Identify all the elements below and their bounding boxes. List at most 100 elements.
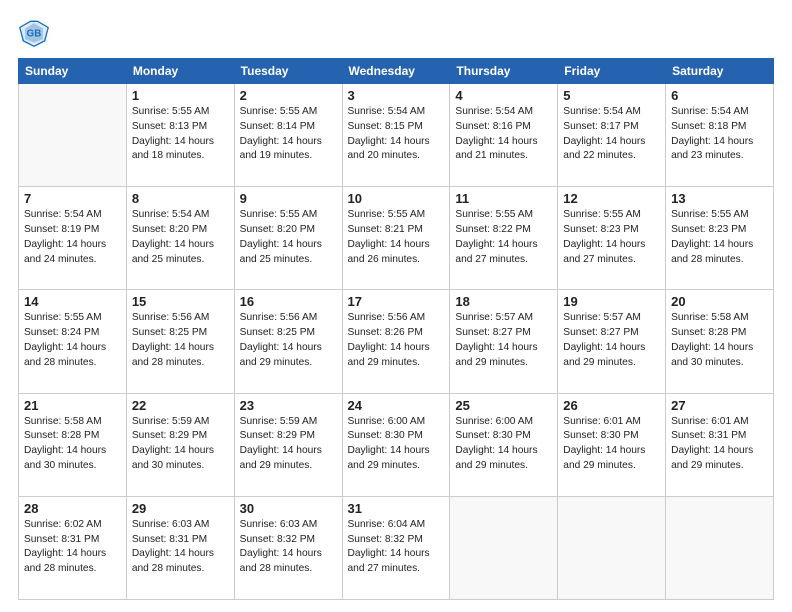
calendar-cell: 18 Sunrise: 5:57 AM Sunset: 8:27 PM Dayli… [450,290,558,393]
calendar-cell: 25Sunrise: 6:00 AM Sunset: 8:30 PM Dayli… [450,393,558,496]
day-detail: Sunrise: 5:58 AM Sunset: 8:28 PM Dayligh… [24,415,121,474]
day-detail: Sunrise: 5:55 AM Sunset: 8:22 PM Dayligh… [455,208,552,267]
day-detail: Sunrise: 6:01 AM Sunset: 8:31 PM Dayligh… [671,415,768,474]
calendar-cell: 8 Sunrise: 5:54 AM Sunset: 8:20 PM Daylig… [126,187,234,290]
day-number: 13 [671,191,768,206]
calendar-cell: 9 Sunrise: 5:55 AM Sunset: 8:20 PM Daylig… [234,187,342,290]
calendar-cell: 31 Sunrise: 6:04 AM Sunset: 8:32 PM Dayli… [342,496,450,599]
day-number: 2 [240,88,337,103]
calendar-cell: 7 Sunrise: 5:54 AM Sunset: 8:19 PM Daylig… [19,187,127,290]
day-detail: Sunrise: 6:00 AM Sunset: 8:30 PM Dayligh… [348,415,445,474]
day-number: 1 [132,88,229,103]
day-number: 5 [563,88,660,103]
day-number: 31 [348,501,445,516]
day-detail: Sunrise: 5:58 AM Sunset: 8:28 PM Dayligh… [671,311,768,370]
day-number: 16 [240,294,337,309]
calendar-cell: 5 Sunrise: 5:54 AM Sunset: 8:17 PM Daylig… [558,84,666,187]
weekday-header: Thursday [450,59,558,84]
day-detail: Sunrise: 5:57 AM Sunset: 8:27 PM Dayligh… [455,311,552,370]
day-detail: Sunrise: 5:57 AM Sunset: 8:27 PM Dayligh… [563,311,660,370]
day-number: 15 [132,294,229,309]
day-detail: Sunrise: 5:56 AM Sunset: 8:26 PM Dayligh… [348,311,445,370]
day-detail: Sunrise: 5:55 AM Sunset: 8:23 PM Dayligh… [671,208,768,267]
svg-text:GB: GB [27,28,42,39]
calendar-cell: 28Sunrise: 6:02 AM Sunset: 8:31 PM Dayli… [19,496,127,599]
day-detail: Sunrise: 5:56 AM Sunset: 8:25 PM Dayligh… [240,311,337,370]
calendar-week-row: 21 Sunrise: 5:58 AM Sunset: 8:28 PM Dayli… [19,393,774,496]
weekday-header: Wednesday [342,59,450,84]
day-number: 14 [24,294,121,309]
calendar-week-row: 28Sunrise: 6:02 AM Sunset: 8:31 PM Dayli… [19,496,774,599]
day-detail: Sunrise: 5:54 AM Sunset: 8:15 PM Dayligh… [348,105,445,164]
calendar-cell [558,496,666,599]
calendar-cell: 17 Sunrise: 5:56 AM Sunset: 8:26 PM Dayli… [342,290,450,393]
day-number: 12 [563,191,660,206]
calendar-cell: 19 Sunrise: 5:57 AM Sunset: 8:27 PM Dayli… [558,290,666,393]
calendar-cell: 11 Sunrise: 5:55 AM Sunset: 8:22 PM Dayli… [450,187,558,290]
day-number: 20 [671,294,768,309]
day-number: 21 [24,398,121,413]
header: GB [18,16,774,48]
day-number: 4 [455,88,552,103]
calendar-cell: 3Sunrise: 5:54 AM Sunset: 8:15 PM Daylig… [342,84,450,187]
day-number: 7 [24,191,121,206]
calendar-header-row: SundayMondayTuesdayWednesdayThursdayFrid… [19,59,774,84]
day-number: 11 [455,191,552,206]
calendar-cell: 23 Sunrise: 5:59 AM Sunset: 8:29 PM Dayli… [234,393,342,496]
calendar-cell: 20 Sunrise: 5:58 AM Sunset: 8:28 PM Dayli… [666,290,774,393]
day-number: 26 [563,398,660,413]
day-detail: Sunrise: 5:55 AM Sunset: 8:24 PM Dayligh… [24,311,121,370]
calendar-cell: 12 Sunrise: 5:55 AM Sunset: 8:23 PM Dayli… [558,187,666,290]
day-detail: Sunrise: 6:01 AM Sunset: 8:30 PM Dayligh… [563,415,660,474]
day-detail: Sunrise: 5:59 AM Sunset: 8:29 PM Dayligh… [240,415,337,474]
day-detail: Sunrise: 5:55 AM Sunset: 8:13 PM Dayligh… [132,105,229,164]
day-detail: Sunrise: 5:56 AM Sunset: 8:25 PM Dayligh… [132,311,229,370]
calendar-table: SundayMondayTuesdayWednesdayThursdayFrid… [18,58,774,600]
day-number: 23 [240,398,337,413]
day-detail: Sunrise: 5:54 AM Sunset: 8:19 PM Dayligh… [24,208,121,267]
weekday-header: Monday [126,59,234,84]
calendar-cell: 27Sunrise: 6:01 AM Sunset: 8:31 PM Dayli… [666,393,774,496]
day-number: 28 [24,501,121,516]
day-number: 8 [132,191,229,206]
day-number: 10 [348,191,445,206]
calendar-week-row: 7 Sunrise: 5:54 AM Sunset: 8:19 PM Daylig… [19,187,774,290]
day-number: 9 [240,191,337,206]
day-detail: Sunrise: 6:03 AM Sunset: 8:32 PM Dayligh… [240,518,337,577]
calendar-cell: 6Sunrise: 5:54 AM Sunset: 8:18 PM Daylig… [666,84,774,187]
calendar-cell: 1 Sunrise: 5:55 AM Sunset: 8:13 PM Daylig… [126,84,234,187]
day-number: 24 [348,398,445,413]
day-detail: Sunrise: 5:54 AM Sunset: 8:17 PM Dayligh… [563,105,660,164]
day-number: 22 [132,398,229,413]
day-detail: Sunrise: 5:55 AM Sunset: 8:20 PM Dayligh… [240,208,337,267]
day-number: 17 [348,294,445,309]
page: GB SundayMondayTuesdayWednesdayThursdayF… [0,0,792,612]
day-number: 30 [240,501,337,516]
calendar-cell: 14 Sunrise: 5:55 AM Sunset: 8:24 PM Dayli… [19,290,127,393]
day-number: 19 [563,294,660,309]
calendar-cell: 21 Sunrise: 5:58 AM Sunset: 8:28 PM Dayli… [19,393,127,496]
weekday-header: Tuesday [234,59,342,84]
day-detail: Sunrise: 5:59 AM Sunset: 8:29 PM Dayligh… [132,415,229,474]
day-detail: Sunrise: 6:03 AM Sunset: 8:31 PM Dayligh… [132,518,229,577]
calendar-cell [450,496,558,599]
weekday-header: Friday [558,59,666,84]
calendar-cell: 24 Sunrise: 6:00 AM Sunset: 8:30 PM Dayli… [342,393,450,496]
calendar-cell: 26 Sunrise: 6:01 AM Sunset: 8:30 PM Dayli… [558,393,666,496]
calendar-cell: 15 Sunrise: 5:56 AM Sunset: 8:25 PM Dayli… [126,290,234,393]
day-detail: Sunrise: 5:55 AM Sunset: 8:21 PM Dayligh… [348,208,445,267]
day-detail: Sunrise: 5:55 AM Sunset: 8:23 PM Dayligh… [563,208,660,267]
day-detail: Sunrise: 5:54 AM Sunset: 8:16 PM Dayligh… [455,105,552,164]
calendar-cell [19,84,127,187]
day-detail: Sunrise: 6:04 AM Sunset: 8:32 PM Dayligh… [348,518,445,577]
weekday-header: Sunday [19,59,127,84]
calendar-week-row: 1 Sunrise: 5:55 AM Sunset: 8:13 PM Daylig… [19,84,774,187]
calendar-cell: 16 Sunrise: 5:56 AM Sunset: 8:25 PM Dayli… [234,290,342,393]
weekday-header: Saturday [666,59,774,84]
day-number: 18 [455,294,552,309]
day-detail: Sunrise: 5:54 AM Sunset: 8:20 PM Dayligh… [132,208,229,267]
calendar-cell [666,496,774,599]
calendar-cell: 2Sunrise: 5:55 AM Sunset: 8:14 PM Daylig… [234,84,342,187]
logo: GB [18,16,54,48]
calendar-cell: 29Sunrise: 6:03 AM Sunset: 8:31 PM Dayli… [126,496,234,599]
